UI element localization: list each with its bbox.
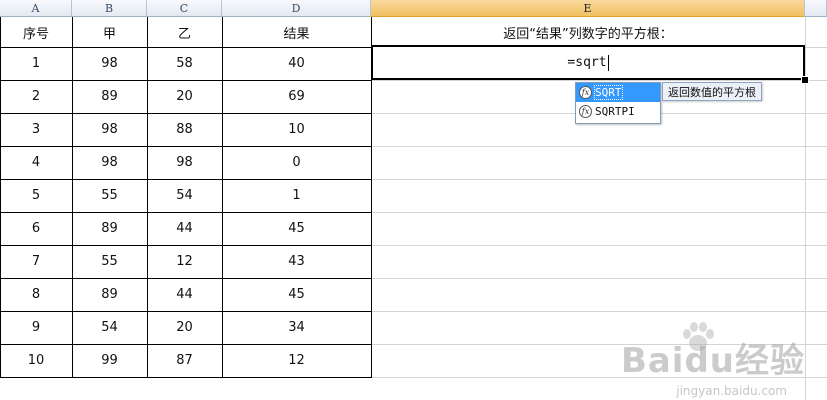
header-cell-result[interactable]: 结果 bbox=[222, 17, 371, 47]
watermark-logo-text: Baidu经验 bbox=[620, 341, 805, 381]
table-cell[interactable]: 55 bbox=[72, 179, 147, 212]
table-cell[interactable]: 44 bbox=[147, 212, 222, 245]
table-cell[interactable]: 89 bbox=[72, 80, 147, 113]
table-cell[interactable]: 45 bbox=[222, 278, 371, 311]
column-header-f[interactable] bbox=[805, 0, 827, 17]
table-cell[interactable]: 88 bbox=[147, 113, 222, 146]
function-tooltip: 返回数值的平方根 bbox=[662, 82, 762, 101]
function-autocomplete-list: fx SQRT fx SQRTPI bbox=[575, 82, 661, 124]
gridline bbox=[371, 80, 827, 81]
table-cell[interactable]: 8 bbox=[0, 278, 72, 311]
table-cell[interactable]: 7 bbox=[0, 245, 72, 278]
column-header-a[interactable]: A bbox=[0, 0, 72, 17]
fill-handle[interactable] bbox=[801, 76, 809, 84]
table-cell[interactable]: 54 bbox=[147, 179, 222, 212]
formula-text: =sqrt bbox=[567, 55, 607, 70]
column-header-d[interactable]: D bbox=[222, 0, 371, 17]
table-cell[interactable]: 98 bbox=[72, 113, 147, 146]
table-cell[interactable]: 44 bbox=[147, 278, 222, 311]
autocomplete-item-label: SQRT bbox=[594, 85, 623, 100]
table-cell[interactable]: 2 bbox=[0, 80, 72, 113]
table-cell[interactable]: 9 bbox=[0, 311, 72, 344]
table-cell[interactable]: 1 bbox=[222, 179, 371, 212]
table-cell[interactable]: 0 bbox=[222, 146, 371, 179]
header-cell-yi[interactable]: 乙 bbox=[147, 17, 222, 47]
formula-edit-cell[interactable]: =sqrt bbox=[371, 45, 805, 80]
column-header-b[interactable]: B bbox=[72, 0, 147, 17]
autocomplete-item-label: SQRTPI bbox=[595, 105, 635, 118]
table-cell[interactable]: 98 bbox=[72, 146, 147, 179]
gridline bbox=[371, 245, 827, 246]
column-header-e[interactable]: E bbox=[371, 0, 805, 17]
autocomplete-item-sqrt[interactable]: fx SQRT bbox=[576, 83, 660, 102]
header-cell-index[interactable]: 序号 bbox=[0, 17, 72, 47]
table-cell[interactable]: 12 bbox=[147, 245, 222, 278]
table-cell[interactable]: 1 bbox=[0, 47, 72, 80]
function-icon: fx bbox=[579, 105, 592, 118]
autocomplete-item-sqrtpi[interactable]: fx SQRTPI bbox=[576, 102, 660, 121]
column-header-c[interactable]: C bbox=[147, 0, 222, 17]
table-cell[interactable]: 10 bbox=[222, 113, 371, 146]
table-cell[interactable]: 5 bbox=[0, 179, 72, 212]
table-cell[interactable]: 40 bbox=[222, 47, 371, 80]
table-cell[interactable]: 89 bbox=[72, 278, 147, 311]
gridline bbox=[371, 212, 827, 213]
table-cell[interactable]: 99 bbox=[72, 344, 147, 377]
table-cell[interactable]: 12 bbox=[222, 344, 371, 377]
table-cell[interactable]: 87 bbox=[147, 344, 222, 377]
table-cell[interactable]: 3 bbox=[0, 113, 72, 146]
table-cell[interactable]: 45 bbox=[222, 212, 371, 245]
gridline bbox=[805, 17, 806, 400]
table-cell[interactable]: 89 bbox=[72, 212, 147, 245]
table-cell[interactable]: 43 bbox=[222, 245, 371, 278]
gridline bbox=[371, 179, 827, 180]
table-cell[interactable]: 54 bbox=[72, 311, 147, 344]
table-cell[interactable]: 34 bbox=[222, 311, 371, 344]
watermark-url: jingyan.baidu.com bbox=[676, 384, 787, 398]
header-cell-jia[interactable]: 甲 bbox=[72, 17, 147, 47]
gridline bbox=[371, 278, 827, 279]
note-cell[interactable]: 返回“结果”列数字的平方根： bbox=[371, 17, 805, 47]
gridline bbox=[371, 311, 827, 312]
table-cell[interactable]: 55 bbox=[72, 245, 147, 278]
table-cell[interactable]: 69 bbox=[222, 80, 371, 113]
table-border bbox=[0, 377, 372, 378]
table-cell[interactable]: 58 bbox=[147, 47, 222, 80]
table-cell[interactable]: 98 bbox=[72, 47, 147, 80]
table-cell[interactable]: 6 bbox=[0, 212, 72, 245]
table-cell[interactable]: 98 bbox=[147, 146, 222, 179]
gridline bbox=[371, 146, 827, 147]
function-icon: fx bbox=[579, 86, 592, 99]
text-caret bbox=[607, 54, 609, 71]
spreadsheet-grid: A B C D E 序号 甲 乙 结果 返回“结果”列数字的平方根： 1 98 58… bbox=[0, 0, 827, 400]
table-cell[interactable]: 10 bbox=[0, 344, 72, 377]
table-cell[interactable]: 20 bbox=[147, 311, 222, 344]
table-cell[interactable]: 4 bbox=[0, 146, 72, 179]
table-cell[interactable]: 20 bbox=[147, 80, 222, 113]
